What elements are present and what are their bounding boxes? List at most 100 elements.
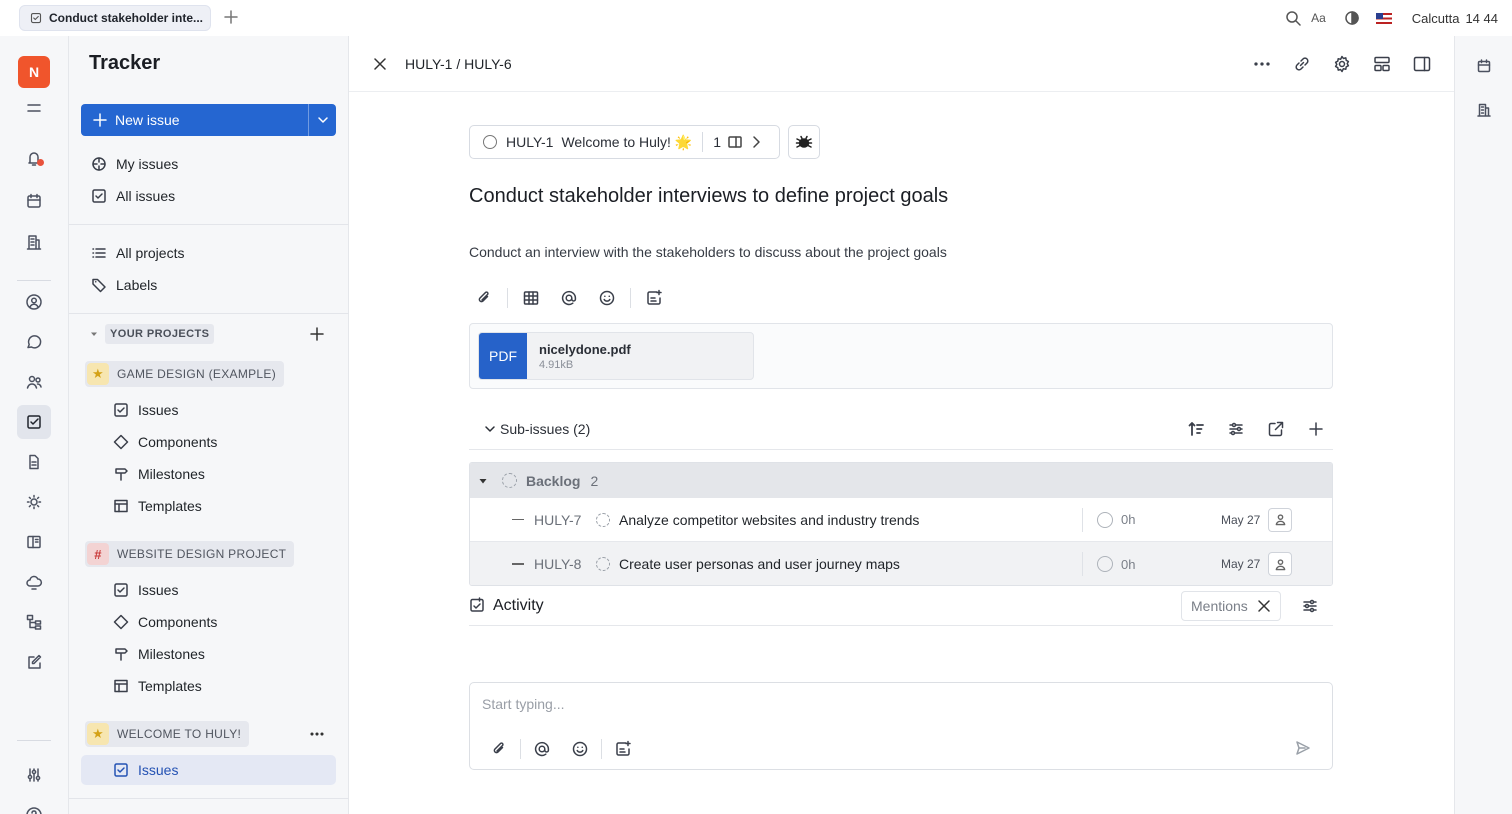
filter-sliders-icon[interactable] — [1301, 597, 1319, 615]
breadcrumb[interactable]: HULY-1 / HULY-6 — [405, 56, 512, 72]
sidebar-item-labels[interactable]: Labels — [81, 270, 336, 300]
filter-sliders-icon[interactable] — [1227, 420, 1245, 438]
new-issue-dropdown[interactable] — [308, 104, 336, 136]
priority-none-icon[interactable] — [512, 518, 524, 521]
sidebar-item-issues[interactable]: Issues — [103, 395, 336, 425]
mention-icon[interactable] — [560, 289, 578, 307]
estimation-value[interactable]: 0h — [1121, 512, 1135, 527]
ideas-button[interactable] — [17, 485, 51, 519]
edit-button[interactable] — [17, 645, 51, 679]
sidebar-item-components[interactable]: Components — [103, 607, 336, 637]
contacts-button[interactable] — [17, 285, 51, 319]
plus-icon[interactable] — [1307, 420, 1325, 438]
table-icon[interactable] — [522, 289, 540, 307]
mentions-filter-chip[interactable]: Mentions — [1181, 591, 1281, 621]
help-button[interactable] — [17, 798, 51, 814]
emoji-icon[interactable] — [598, 289, 616, 307]
building-icon[interactable] — [1476, 102, 1492, 118]
assignee-button[interactable] — [1268, 552, 1292, 576]
subissue-title[interactable]: Analyze competitor websites and industry… — [619, 512, 919, 528]
layout-icon[interactable] — [1372, 54, 1392, 74]
assignee-button[interactable] — [1268, 507, 1292, 532]
status-icon[interactable] — [596, 557, 610, 571]
library-button[interactable] — [17, 525, 51, 559]
subissue-title[interactable]: Create user personas and user journey ma… — [619, 556, 900, 572]
status-icon[interactable] — [596, 512, 610, 527]
search-icon[interactable] — [1285, 10, 1301, 26]
paperclip-icon[interactable] — [490, 740, 508, 758]
notifications-button[interactable] — [17, 141, 51, 175]
subissues-table: Backlog 2 HULY-7 Analyze competitor webs… — [469, 462, 1333, 586]
contrast-icon[interactable] — [1344, 10, 1360, 26]
open-external-icon[interactable] — [1267, 420, 1285, 438]
issue-title[interactable]: Conduct stakeholder interviews to define… — [469, 185, 948, 208]
add-content-icon[interactable] — [645, 289, 663, 307]
project-header-website-design[interactable]: # WEBSITE DESIGN PROJECT — [85, 541, 295, 567]
calendar-button[interactable] — [17, 184, 51, 218]
sidebar-item-milestones[interactable]: Milestones — [103, 639, 336, 669]
table-row[interactable]: HULY-8 Create user personas and user jou… — [470, 542, 1332, 585]
subissue-id[interactable]: HULY-8 — [534, 556, 581, 572]
due-date[interactable]: May 27 — [1221, 513, 1260, 527]
sidebar-item-my-issues[interactable]: My issues — [81, 149, 336, 179]
browser-tab[interactable]: Conduct stakeholder inte... — [19, 5, 211, 31]
sidebar-item-issues-selected[interactable]: Issues — [81, 755, 336, 785]
subissues-toggle[interactable]: Sub-issues (2) — [483, 421, 590, 437]
parent-issue-card[interactable]: HULY-1 Welcome to Huly! 🌟 1 — [469, 125, 780, 159]
link-icon[interactable] — [1292, 54, 1312, 74]
workspace-avatar[interactable]: N — [18, 56, 50, 88]
drive-button[interactable] — [17, 565, 51, 599]
panel-icon[interactable] — [727, 134, 743, 150]
sidebar-item-issues[interactable]: Issues — [103, 575, 336, 605]
issue-description[interactable]: Conduct an interview with the stakeholde… — [469, 244, 947, 260]
send-icon[interactable] — [1294, 739, 1312, 757]
comment-input[interactable]: Start typing... — [482, 696, 564, 712]
estimation-value[interactable]: 0h — [1121, 557, 1135, 572]
group-count: 2 — [590, 472, 599, 489]
sidebar-toggle-icon[interactable] — [1412, 54, 1432, 74]
sidebar-item-components[interactable]: Components — [103, 427, 336, 457]
project-header-welcome[interactable]: ★ WELCOME TO HULY! — [85, 721, 250, 747]
bug-button[interactable] — [788, 125, 820, 159]
close-icon[interactable] — [1257, 599, 1271, 613]
add-project-icon[interactable] — [309, 326, 325, 342]
settings-button[interactable] — [17, 758, 51, 792]
add-content-icon[interactable] — [614, 740, 632, 758]
timezone-label[interactable]: Calcutta — [1412, 11, 1460, 26]
hierarchy-button[interactable] — [17, 605, 51, 639]
sidebar-item-templates[interactable]: Templates — [103, 491, 336, 521]
chat-button[interactable] — [17, 325, 51, 359]
team-button[interactable] — [17, 365, 51, 399]
paperclip-icon[interactable] — [475, 289, 493, 307]
font-size-button[interactable]: Aa — [1311, 11, 1326, 25]
emoji-icon[interactable] — [571, 740, 589, 758]
due-date[interactable]: May 27 — [1221, 557, 1260, 571]
sort-icon[interactable] — [1187, 420, 1205, 438]
menu-button[interactable] — [17, 91, 51, 125]
attachment-file[interactable]: PDF nicelydone.pdf 4.91kB — [478, 332, 754, 380]
office-button[interactable] — [17, 225, 51, 259]
new-issue-main[interactable]: New issue — [81, 104, 308, 136]
calendar-icon[interactable] — [1476, 58, 1492, 74]
sidebar-item-milestones[interactable]: Milestones — [103, 459, 336, 489]
us-flag-icon[interactable] — [1375, 12, 1392, 24]
sidebar-item-all-issues[interactable]: All issues — [81, 181, 336, 211]
your-projects-header[interactable]: YOUR PROJECTS — [89, 322, 215, 346]
sidebar-item-templates[interactable]: Templates — [103, 671, 336, 701]
more-horizontal-icon[interactable] — [309, 726, 325, 742]
gear-icon[interactable] — [1332, 54, 1352, 74]
close-icon[interactable] — [371, 55, 389, 73]
project-header-game-design[interactable]: ★ GAME DESIGN (EXAMPLE) — [85, 361, 284, 387]
plus-icon[interactable] — [222, 8, 240, 26]
more-horizontal-icon[interactable] — [1252, 54, 1272, 74]
group-header-backlog[interactable]: Backlog 2 — [470, 463, 1332, 498]
table-row[interactable]: HULY-7 Analyze competitor websites and i… — [470, 498, 1332, 542]
sidebar-item-all-projects[interactable]: All projects — [81, 238, 336, 268]
subissue-id[interactable]: HULY-7 — [534, 512, 581, 528]
chevron-right-icon[interactable] — [749, 135, 763, 149]
tracker-button[interactable] — [17, 405, 51, 439]
mention-icon[interactable] — [533, 740, 551, 758]
new-issue-button[interactable]: New issue — [81, 104, 336, 136]
priority-none-icon[interactable] — [512, 563, 524, 565]
documents-button[interactable] — [17, 445, 51, 479]
